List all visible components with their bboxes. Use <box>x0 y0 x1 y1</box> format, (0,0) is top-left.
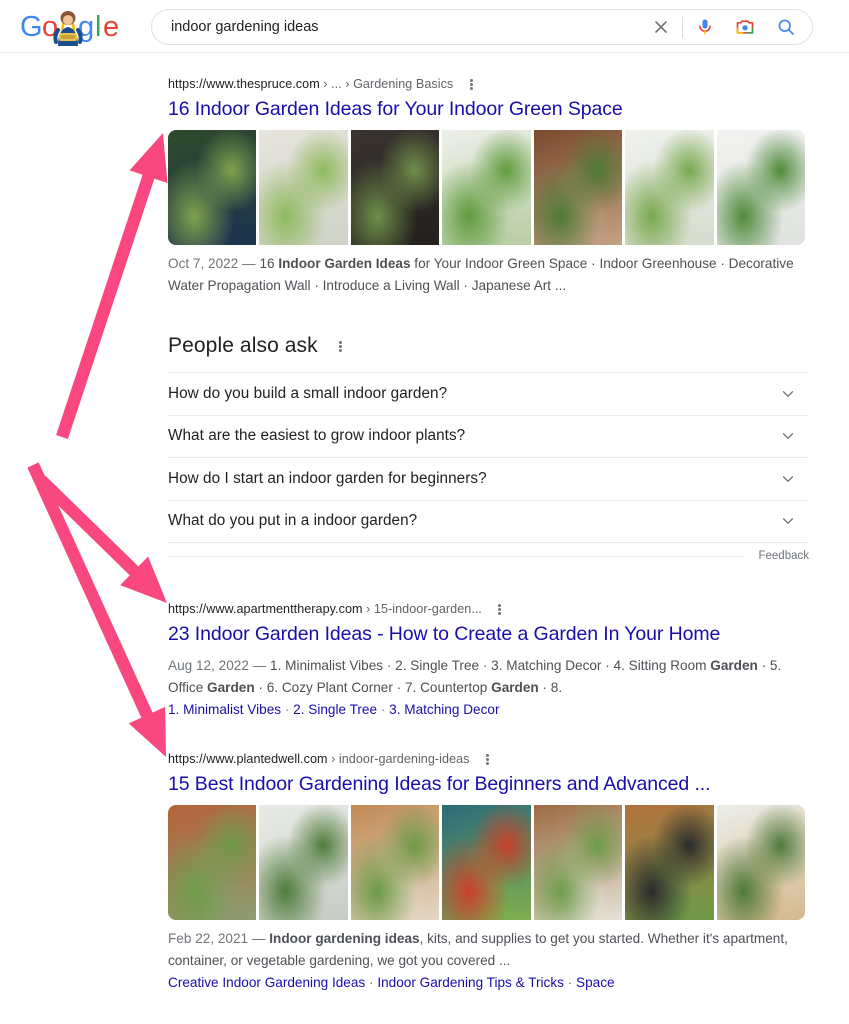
sitelink[interactable]: 1. Minimalist Vibes <box>168 702 281 717</box>
svg-text:l: l <box>95 11 101 43</box>
sitelink[interactable]: Indoor Gardening Tips & Tricks <box>377 975 564 990</box>
result-image-strip-2[interactable] <box>168 805 805 920</box>
chevron-down-icon[interactable] <box>779 385 797 403</box>
search-box[interactable] <box>151 9 813 45</box>
search-submit-icon[interactable] <box>774 14 798 40</box>
result-title[interactable]: 23 Indoor Garden Ideas - How to Create a… <box>168 621 813 647</box>
snippet-bold-term: Garden <box>491 680 539 695</box>
result-url: https://www.thespruce.com › ... › Garden… <box>168 77 454 91</box>
google-lens-icon[interactable] <box>733 14 757 40</box>
snippet-date: Aug 12, 2022 — <box>168 658 271 673</box>
thumbnail-mini-greenhouse-black[interactable] <box>625 805 714 920</box>
result-sitelinks[interactable]: 1. Minimalist Vibes · 2. Single Tree · 3… <box>168 699 813 721</box>
result-sitelinks[interactable]: Creative Indoor Gardening Ideas · Indoor… <box>168 972 813 994</box>
thumbnail-wall-mounted-succulents[interactable] <box>716 805 805 920</box>
thumbnail-red-bowl-succulents[interactable] <box>442 805 531 920</box>
paa-question-item[interactable]: What do you put in a indoor garden? <box>168 501 809 543</box>
arrow-to-third-result <box>27 462 166 757</box>
sitelink-separator: · <box>377 702 390 717</box>
thumbnail-kitchen-with-plants[interactable] <box>350 130 440 245</box>
paa-question-label: How do you build a small indoor garden? <box>168 384 448 402</box>
search-result-2: https://www.apartmenttherapy.com › 15-in… <box>168 600 813 721</box>
search-header: G o o g l e <box>0 0 849 53</box>
paa-title: People also ask <box>168 334 318 357</box>
sitelink[interactable]: Space <box>576 975 615 990</box>
result-url-row[interactable]: https://www.plantedwell.com › indoor-gar… <box>168 750 813 768</box>
search-results-page: G o o g l e indoor gardening ideas https… <box>0 0 849 1024</box>
svg-text:G: G <box>20 11 43 43</box>
snippet-bold-term: Indoor gardening ideas <box>269 931 420 946</box>
chevron-down-icon[interactable] <box>779 512 797 530</box>
result-snippet: Feb 22, 2021 — Indoor gardening ideas, k… <box>168 928 798 972</box>
paa-question-item[interactable]: How do I start an indoor garden for begi… <box>168 458 809 501</box>
arrow-to-first-result-images <box>56 133 168 439</box>
result-image-strip-1[interactable] <box>168 130 805 245</box>
google-doodle-logo[interactable]: G o o g l e <box>18 6 122 48</box>
svg-text:e: e <box>103 11 119 43</box>
search-divider <box>682 16 683 38</box>
thumbnail-succulent-bowl-terracotta[interactable] <box>168 805 257 920</box>
sitelink[interactable]: Creative Indoor Gardening Ideas <box>168 975 365 990</box>
snippet-bold-term: Indoor Garden Ideas <box>278 256 411 271</box>
result-title[interactable]: 15 Best Indoor Gardening Ideas for Begin… <box>168 771 813 797</box>
feedback-link[interactable]: Feedback <box>758 550 809 562</box>
sitelink[interactable]: 3. Matching Decor <box>389 702 499 717</box>
paa-question-label: What do you put in a indoor garden? <box>168 512 418 530</box>
paa-question-item[interactable]: What are the easiest to grow indoor plan… <box>168 416 809 458</box>
thumbnail-plant-shelves-wall[interactable] <box>259 130 348 245</box>
feedback-divider <box>168 555 745 557</box>
search-input[interactable] <box>171 12 648 42</box>
thumbnail-plant-shelf-bright[interactable] <box>625 130 714 245</box>
thumbnail-snake-plants-pots[interactable] <box>533 130 623 245</box>
sitelink-separator: · <box>281 702 294 717</box>
paa-question-label: What are the easiest to grow indoor plan… <box>168 427 466 445</box>
search-result-3: https://www.plantedwell.com › indoor-gar… <box>168 750 813 994</box>
snippet-text: · 8. <box>538 680 563 695</box>
arrow-to-second-result <box>36 475 167 603</box>
result-options-icon[interactable] <box>464 78 478 91</box>
paa-question-item[interactable]: How do you build a small indoor garden? <box>168 373 809 416</box>
chevron-down-icon[interactable] <box>779 427 797 445</box>
paa-feedback-row: Feedback <box>168 543 809 569</box>
snippet-bold-term: Garden <box>710 658 758 673</box>
microphone-icon[interactable] <box>693 14 717 40</box>
paa-question-label: How do I start an indoor garden for begi… <box>168 469 487 487</box>
result-snippet: Aug 12, 2022 — 1. Minimalist Vibes · 2. … <box>168 655 798 699</box>
sitelink-separator: · <box>365 975 378 990</box>
sitelink-separator: · <box>563 975 577 990</box>
sitelink[interactable]: 2. Single Tree <box>293 702 377 717</box>
snippet-date: Feb 22, 2021 — <box>168 931 270 946</box>
snippet-text: 16 <box>259 256 279 271</box>
result-options-icon[interactable] <box>493 603 507 616</box>
thumbnail-hanging-bottle-garden[interactable] <box>259 805 348 920</box>
chevron-down-icon[interactable] <box>779 470 797 488</box>
result-snippet: Oct 7, 2022 — 16 Indoor Garden Ideas for… <box>168 253 798 297</box>
result-title[interactable]: 16 Indoor Garden Ideas for Your Indoor G… <box>168 96 813 122</box>
thumbnail-glass-terrarium[interactable] <box>716 130 805 245</box>
result-url: https://www.plantedwell.com › indoor-gar… <box>168 752 470 766</box>
paa-options-icon[interactable] <box>334 340 348 353</box>
thumbnail-indoor-plants-window[interactable] <box>168 130 257 245</box>
paa-question-list: How do you build a small indoor garden? W… <box>168 372 809 543</box>
snippet-text: · 6. Cozy Plant Corner · 7. Countertop <box>254 680 492 695</box>
thumbnail-vertical-pallet-planter[interactable] <box>350 805 440 920</box>
people-also-ask: People also ask How do you build a small… <box>168 331 809 569</box>
thumbnail-wood-box-herb-garden[interactable] <box>533 805 623 920</box>
search-result-1: https://www.thespruce.com › ... › Garden… <box>168 75 813 297</box>
snippet-date: Oct 7, 2022 — <box>168 256 260 271</box>
result-url-row[interactable]: https://www.thespruce.com › ... › Garden… <box>168 75 813 93</box>
thumbnail-hanging-kokedama[interactable] <box>442 130 531 245</box>
result-options-icon[interactable] <box>481 753 495 766</box>
clear-icon[interactable] <box>648 14 674 40</box>
snippet-text: 1. Minimalist Vibes · 2. Single Tree · 3… <box>270 658 711 673</box>
result-url: https://www.apartmenttherapy.com › 15-in… <box>168 602 482 616</box>
result-url-row[interactable]: https://www.apartmenttherapy.com › 15-in… <box>168 600 813 618</box>
snippet-bold-term: Garden <box>207 680 255 695</box>
paa-header: People also ask <box>168 331 809 361</box>
